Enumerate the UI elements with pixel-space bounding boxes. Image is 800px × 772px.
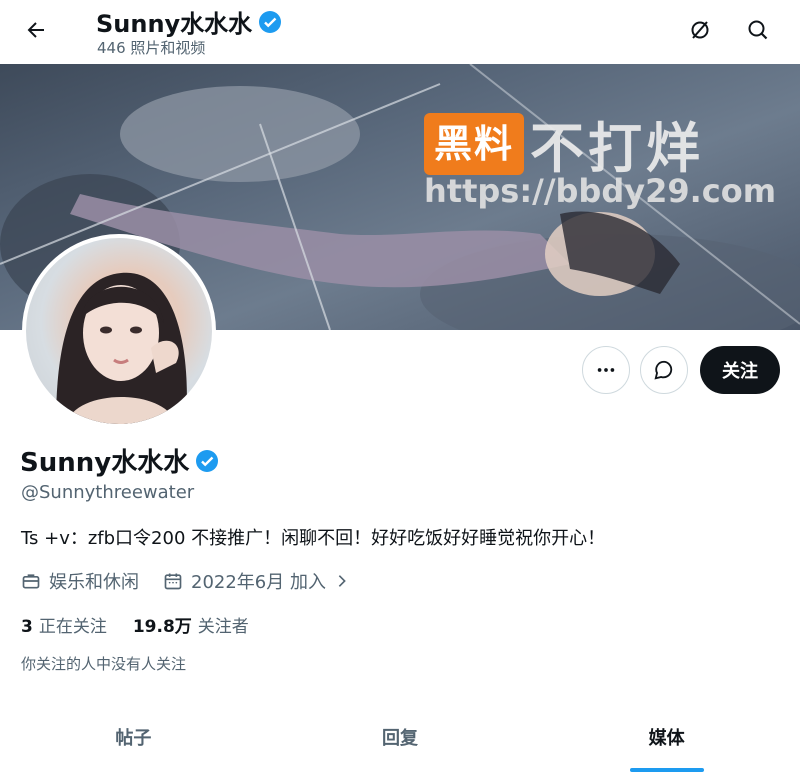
profile-handle: @Sunnythreewater (21, 482, 195, 503)
verified-badge-icon (259, 10, 282, 33)
watermark-badge: 黑料 (424, 112, 525, 175)
top-bar: Sunny水水水 446 照片和视频 (0, 0, 800, 64)
search-icon (748, 20, 768, 40)
tab-replies-label: 回复 (382, 728, 418, 749)
profile-name: Sunny水水水 (20, 442, 219, 479)
profile-tabs: 帖子 回复 媒体 (0, 716, 800, 772)
mutual-followers-note: 你关注的人中没有人关注 (21, 655, 187, 673)
watermark-url: https://bbdy29.com (424, 172, 777, 210)
arrow-left-icon (27, 22, 44, 38)
followers-link[interactable]: 19.8万 关注者 (133, 612, 249, 637)
header-title: Sunny水水水 (96, 4, 282, 39)
header-title-text: Sunny水水水 (96, 10, 253, 38)
calendar-icon (164, 573, 182, 590)
following-link[interactable]: 3 正在关注 (21, 612, 107, 637)
media-count: 446 照片和视频 (97, 39, 206, 57)
avatar-photo (56, 272, 187, 424)
tab-replies[interactable]: 回复 (267, 716, 534, 772)
joined-item[interactable]: 2022年6月 加入 (163, 568, 350, 594)
more-button[interactable] (582, 346, 630, 394)
search-button[interactable] (740, 12, 776, 48)
followers-count: 19.8万 (132, 617, 192, 637)
avatar[interactable] (22, 234, 216, 428)
tab-posts-label: 帖子 (115, 728, 152, 749)
grok-icon (691, 21, 709, 39)
follow-button[interactable]: 关注 (700, 346, 780, 394)
followers-label: 关注者 (197, 617, 249, 637)
joined-label: 2022年6月 加入 (191, 572, 326, 593)
verified-badge-icon[interactable] (195, 449, 219, 473)
category-item: 娱乐和休闲 (21, 568, 139, 594)
tab-media-label: 媒体 (648, 728, 685, 749)
following-count: 3 (21, 617, 33, 637)
profile-bio: Ts +v：zfb口令200 不接推广！闲聊不回！好好吃饭好好睡觉祝你开心！ (21, 528, 606, 549)
profile-name-text: Sunny水水水 (20, 448, 190, 478)
category-label: 娱乐和休闲 (49, 572, 139, 593)
following-label: 正在关注 (38, 617, 107, 637)
message-icon (654, 360, 673, 380)
chevron-right-icon (338, 575, 346, 587)
back-button[interactable] (18, 12, 54, 48)
active-tab-indicator (629, 768, 704, 772)
briefcase-icon (22, 574, 40, 589)
more-icon (597, 368, 615, 372)
message-button[interactable] (640, 346, 688, 394)
grok-button[interactable] (682, 12, 718, 48)
tab-posts[interactable]: 帖子 (0, 716, 267, 772)
tab-media[interactable]: 媒体 (533, 716, 800, 772)
